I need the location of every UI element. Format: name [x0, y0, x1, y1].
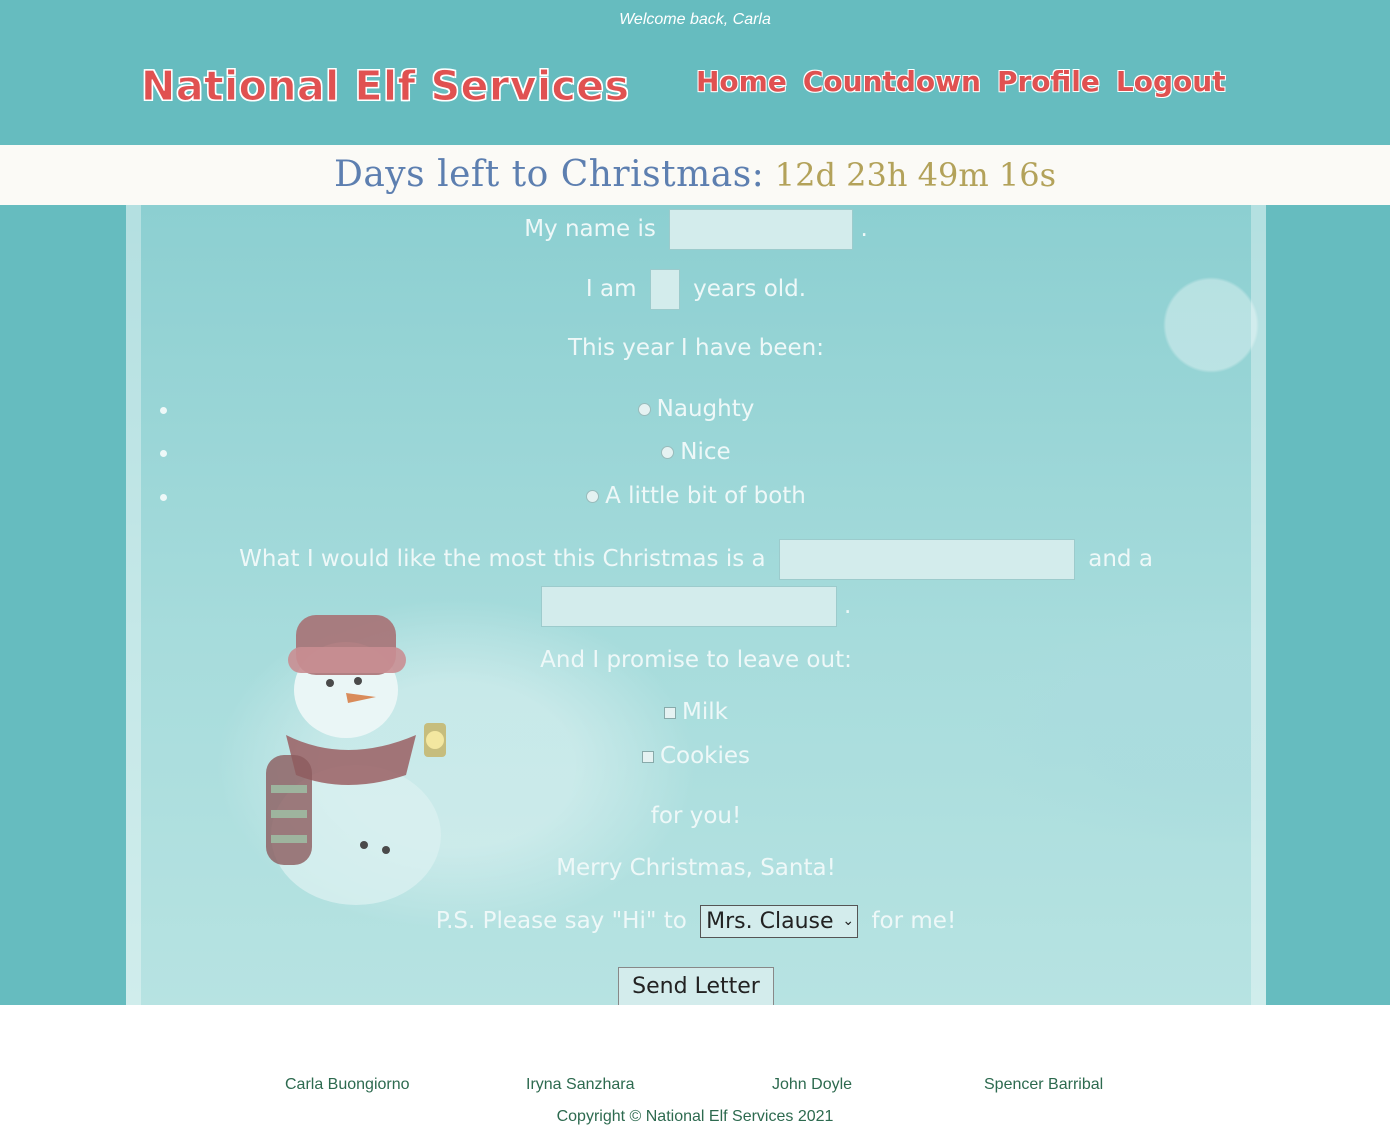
milk-option[interactable]: Milk [126, 699, 1266, 725]
recipient-selected-value: Mrs. Clause [706, 909, 834, 934]
wish-period: . [844, 593, 852, 619]
wish-label: What I would like the most this Christma… [239, 546, 766, 572]
copyright-text: Copyright © National Elf Services 2021 [556, 1108, 834, 1125]
ps-label: P.S. Please say "Hi" to [435, 908, 687, 934]
christmas-countdown: Days left to Christmas: 12d 23h 49m 16s [0, 145, 1390, 205]
behavior-prompt: This year I have been: [568, 335, 824, 361]
chevron-down-icon: ⌄ [842, 913, 855, 929]
closing-text: Merry Christmas, Santa! [556, 855, 836, 881]
santa-letter-form: My name is . I am years old. This year I… [126, 205, 1266, 1005]
list-bullet [160, 494, 167, 501]
nav-logout-link[interactable]: Logout [1116, 65, 1226, 98]
naughty-label: Naughty [656, 396, 755, 422]
name-input[interactable] [669, 209, 854, 250]
name-row: My name is . [126, 209, 1266, 250]
age-label: I am [585, 276, 637, 302]
site-brand[interactable]: National Elf Services [141, 62, 630, 111]
nav-profile-link[interactable]: Profile [997, 65, 1100, 98]
credit-name: Carla Buongiorno [285, 1076, 410, 1093]
wish-row: What I would like the most this Christma… [126, 539, 1266, 580]
nice-radio[interactable] [661, 446, 675, 459]
both-label: A little bit of both [605, 483, 806, 509]
site-header: Welcome back, Carla National Elf Service… [0, 0, 1390, 145]
credit-name: Iryna Sanzhara [526, 1076, 635, 1093]
list-bullet [160, 450, 167, 457]
milk-checkbox[interactable] [664, 706, 677, 719]
for-you-text: for you! [650, 803, 742, 829]
wish-and: and a [1088, 546, 1153, 572]
nav-countdown-link[interactable]: Countdown [803, 65, 981, 98]
main-nav: Home Countdown Profile Logout [696, 65, 1226, 98]
behavior-option-nice[interactable]: Nice [126, 439, 1266, 465]
wish-input-2[interactable] [540, 586, 837, 627]
wish-row-2: . [126, 586, 1266, 627]
milk-label: Milk [682, 699, 728, 725]
naughty-radio[interactable] [637, 403, 651, 416]
countdown-value: 12d 23h 49m 16s [774, 156, 1057, 194]
behavior-option-both[interactable]: A little bit of both [126, 483, 1266, 509]
welcome-message: Welcome back, Carla [619, 11, 771, 28]
credit-name: John Doyle [772, 1076, 853, 1093]
name-label: My name is [524, 216, 656, 242]
list-bullet [160, 407, 167, 414]
cookies-option[interactable]: Cookies [126, 743, 1266, 769]
ps-row: P.S. Please say "Hi" to Mrs. Clause ⌄ fo… [126, 905, 1266, 938]
nav-home-link[interactable]: Home [696, 65, 787, 98]
age-input[interactable] [649, 269, 680, 310]
behavior-option-naughty[interactable]: Naughty [126, 396, 1266, 422]
credit-name: Spencer Barribal [984, 1076, 1104, 1093]
cookies-checkbox[interactable] [641, 750, 654, 763]
letter-content: My name is . I am years old. This year I… [126, 205, 1266, 1005]
send-letter-button[interactable]: Send Letter [618, 967, 774, 1005]
letter-stage: My name is . I am years old. This year I… [0, 205, 1390, 1005]
ps-suffix: for me! [871, 908, 957, 934]
age-row: I am years old. [126, 269, 1266, 310]
both-radio[interactable] [586, 490, 600, 503]
name-period: . [860, 216, 868, 242]
leave-out-prompt: And I promise to leave out: [540, 647, 852, 673]
age-suffix: years old. [693, 276, 807, 302]
wish-input-1[interactable] [778, 539, 1075, 580]
countdown-label: Days left to Christmas: [333, 154, 765, 195]
recipient-select[interactable]: Mrs. Clause ⌄ [700, 905, 859, 938]
nice-label: Nice [680, 439, 731, 465]
site-footer: Carla Buongiorno Iryna Sanzhara John Doy… [0, 1005, 1390, 1128]
cookies-label: Cookies [659, 743, 751, 769]
